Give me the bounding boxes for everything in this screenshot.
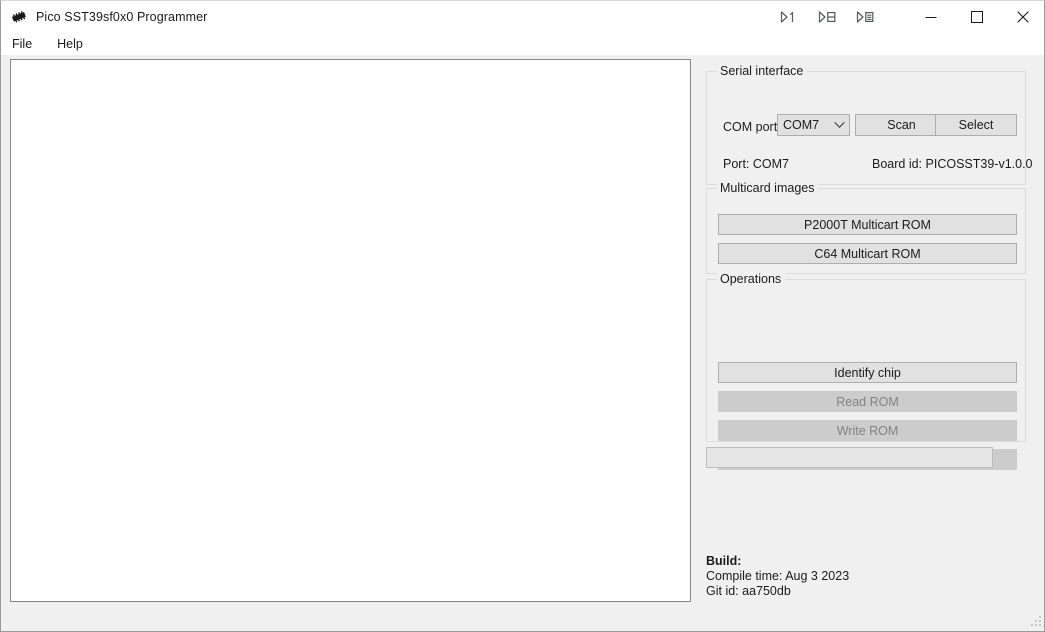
build-info-heading: Build: [706, 554, 742, 568]
read-rom-button: Read ROM [718, 391, 1017, 412]
board-id-label: Board id: PICOSST39-v1.0.0 [872, 157, 1033, 171]
build-info: Build: Compile time: Aug 3 2023 Git id: … [706, 554, 849, 599]
maximize-button[interactable] [954, 1, 1000, 32]
resize-grip[interactable] [1030, 615, 1043, 628]
build-compile-time: Compile time: Aug 3 2023 [706, 569, 850, 583]
operations-group-title: Operations [717, 272, 786, 286]
operations-group: Operations Identify chip Read ROM Write … [706, 272, 1026, 470]
serial-interface-group: Serial interface COM port COM7 Scan Sele… [706, 64, 1033, 185]
build-git-id: Git id: aa750db [706, 584, 791, 598]
client-area: Serial interface COM port COM7 Scan Sele… [1, 55, 1044, 631]
menu-bar: File Help [1, 32, 1044, 55]
write-rom-button: Write ROM [718, 420, 1017, 441]
p2000t-multicart-rom-button[interactable]: P2000T Multicart ROM [718, 214, 1017, 235]
close-button[interactable] [1000, 1, 1044, 32]
progress-bar [706, 447, 993, 468]
window-title: Pico SST39sf0x0 Programmer [36, 9, 208, 24]
application-window: Pico SST39sf0x0 Programmer File Help Ser… [0, 0, 1045, 632]
debug-step-1-icon[interactable] [778, 8, 800, 26]
menu-item-help[interactable]: Help [55, 34, 92, 54]
identify-chip-button[interactable]: Identify chip [718, 362, 1017, 383]
multicard-images-group-title: Multicard images [717, 181, 819, 195]
port-status-label: Port: COM7 [723, 157, 789, 171]
title-bar: Pico SST39sf0x0 Programmer [1, 1, 1044, 32]
debug-step-2-icon[interactable] [816, 8, 838, 26]
status-bar [1, 604, 1044, 631]
window-controls [908, 1, 1044, 32]
minimize-button[interactable] [908, 1, 954, 32]
debug-step-3-icon[interactable] [854, 8, 876, 26]
com-port-select[interactable]: COM7 [777, 114, 850, 136]
com-port-value: COM7 [783, 118, 820, 132]
menu-item-file[interactable]: File [10, 34, 41, 54]
title-bar-tools [778, 8, 876, 26]
log-output-area[interactable] [10, 59, 691, 602]
chevron-down-icon [829, 121, 849, 129]
multicard-images-group: Multicard images P2000T Multicart ROM C6… [706, 181, 1026, 274]
title-bar-left: Pico SST39sf0x0 Programmer [1, 9, 207, 25]
c64-multicart-rom-button[interactable]: C64 Multicart ROM [718, 243, 1017, 264]
select-button[interactable]: Select [935, 114, 1017, 136]
chip-icon [10, 9, 28, 25]
serial-interface-group-title: Serial interface [717, 64, 808, 78]
com-port-label: COM port [723, 120, 778, 134]
